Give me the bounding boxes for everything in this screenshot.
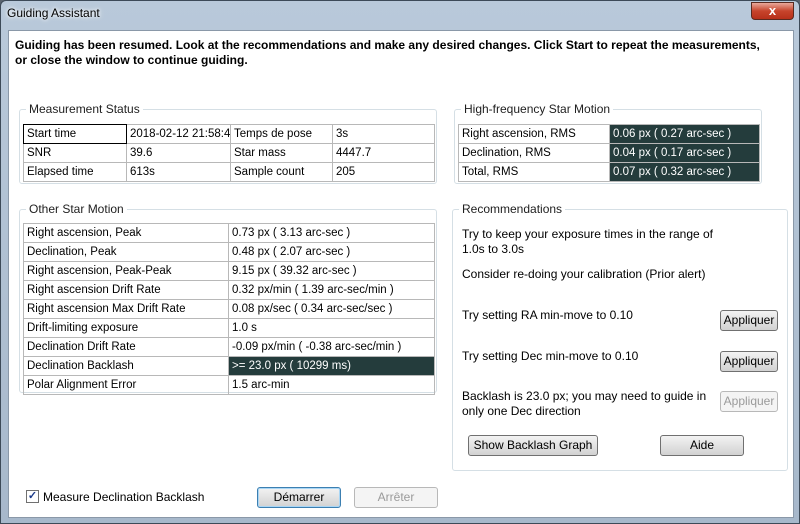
measurement-status-title: Measurement Status [26,102,143,116]
dec-rms-value: 0.04 px ( 0.17 arc-sec ) [609,143,760,163]
window-title: Guiding Assistant [7,6,100,20]
ra-rms-label: Right ascension, RMS [458,124,610,144]
dec-drift-rate-value: -0.09 px/min ( -0.38 arc-sec/min ) [228,337,435,357]
snr-label: SNR [23,143,127,163]
apply-ra-minmove-button[interactable]: Appliquer [720,310,778,331]
apply-backlash-button[interactable]: Appliquer [720,391,778,412]
drift-limiting-exposure-value: 1.0 s [228,318,435,338]
measurement-status-group: Measurement Status Start time 2018-02-12… [19,102,437,184]
ra-peak-peak-label: Right ascension, Peak-Peak [23,261,229,281]
sample-count-value: 205 [332,162,435,182]
total-rms-value: 0.07 px ( 0.32 arc-sec ) [609,162,760,182]
elapsed-time-label: Elapsed time [23,162,127,182]
guiding-assistant-window: Guiding Assistant x Guiding has been res… [0,0,800,524]
ra-rms-value: 0.06 px ( 0.27 arc-sec ) [609,124,760,144]
elapsed-time-value: 613s [126,162,231,182]
recommendations-group: Recommendations Try to keep your exposur… [452,202,788,471]
high-frequency-group: High-frequency Star Motion Right ascensi… [454,102,762,184]
snr-value: 39.6 [126,143,231,163]
intro-text: Guiding has been resumed. Look at the re… [15,38,760,67]
other-star-motion-title: Other Star Motion [26,202,127,216]
table-row: Drift-limiting exposure 1.0 s [23,318,435,338]
measure-backlash-label[interactable]: Measure Declination Backlash [43,490,204,504]
dec-minmove-recommendation: Try setting Dec min-move to 0.10 [462,349,639,363]
dec-rms-label: Declination, RMS [458,143,610,163]
dec-peak-value: 0.48 px ( 2.07 arc-sec ) [228,242,435,262]
title-bar[interactable]: Guiding Assistant x [1,1,799,25]
ra-peak-label: Right ascension, Peak [23,223,229,243]
dec-drift-rate-label: Declination Drift Rate [23,337,229,357]
help-button[interactable]: Aide [660,435,744,456]
table-row: Start time 2018-02-12 21:58:44 Temps de … [23,124,435,144]
start-time-value: 2018-02-12 21:58:44 [126,124,231,144]
ra-peak-value: 0.73 px ( 3.13 arc-sec ) [228,223,435,243]
table-row: Right ascension, Peak-Peak 9.15 px ( 39.… [23,261,435,281]
table-row: Right ascension Drift Rate 0.32 px/min (… [23,280,435,300]
other-star-motion-group: Other Star Motion Right ascension, Peak … [19,202,437,395]
start-button[interactable]: Démarrer [257,487,341,508]
backlash-recommendation: Backlash is 23.0 px; you may need to gui… [462,389,707,418]
high-frequency-title: High-frequency Star Motion [461,102,614,116]
start-time-label[interactable]: Start time [23,124,127,144]
table-row: Declination Backlash >= 23.0 px ( 10299 … [23,356,435,376]
apply-dec-minmove-button[interactable]: Appliquer [720,351,778,372]
high-frequency-table: Right ascension, RMS 0.06 px ( 0.27 arc-… [458,124,760,182]
exposure-recommendation: Try to keep your exposure times in the r… [462,227,714,256]
ra-drift-rate-value: 0.32 px/min ( 1.39 arc-sec/min ) [228,280,435,300]
table-row: Declination, RMS 0.04 px ( 0.17 arc-sec … [458,143,760,163]
ra-minmove-recommendation: Try setting RA min-move to 0.10 [462,308,633,322]
other-star-motion-table: Right ascension, Peak 0.73 px ( 3.13 arc… [23,223,435,395]
measure-backlash-checkbox[interactable]: ✓ [26,490,39,503]
ra-drift-rate-label: Right ascension Drift Rate [23,280,229,300]
exposure-time-value: 3s [332,124,435,144]
table-row: Right ascension Max Drift Rate 0.08 px/s… [23,299,435,319]
sample-count-label: Sample count [230,162,333,182]
dec-peak-label: Declination, Peak [23,242,229,262]
table-row: Polar Alignment Error 1.5 arc-min [23,375,435,395]
ra-max-drift-rate-value: 0.08 px/sec ( 0.34 arc-sec/sec ) [228,299,435,319]
polar-alignment-error-label: Polar Alignment Error [23,375,229,395]
table-row: Right ascension, RMS 0.06 px ( 0.27 arc-… [458,124,760,144]
show-backlash-graph-button[interactable]: Show Backlash Graph [468,435,598,456]
table-row: Total, RMS 0.07 px ( 0.32 arc-sec ) [458,162,760,182]
measurement-status-table: Start time 2018-02-12 21:58:44 Temps de … [23,124,435,182]
dec-backlash-label: Declination Backlash [23,356,229,376]
star-mass-value: 4447.7 [332,143,435,163]
calibration-recommendation: Consider re-doing your calibration (Prio… [462,267,706,281]
table-row: Declination, Peak 0.48 px ( 2.07 arc-sec… [23,242,435,262]
dialog-client-area: Guiding has been resumed. Look at the re… [8,30,794,518]
star-mass-label: Star mass [230,143,333,163]
table-row: Declination Drift Rate -0.09 px/min ( -0… [23,337,435,357]
table-row: Right ascension, Peak 0.73 px ( 3.13 arc… [23,223,435,243]
recommendations-title: Recommendations [459,202,566,216]
stop-button[interactable]: Arrêter [354,487,438,508]
ra-peak-peak-value: 9.15 px ( 39.32 arc-sec ) [228,261,435,281]
polar-alignment-error-value: 1.5 arc-min [228,375,435,395]
ra-max-drift-rate-label: Right ascension Max Drift Rate [23,299,229,319]
exposure-time-label: Temps de pose [230,124,333,144]
dec-backlash-value: >= 23.0 px ( 10299 ms) [228,356,435,376]
drift-limiting-exposure-label: Drift-limiting exposure [23,318,229,338]
total-rms-label: Total, RMS [458,162,610,182]
table-row: Elapsed time 613s Sample count 205 [23,162,435,182]
table-row: SNR 39.6 Star mass 4447.7 [23,143,435,163]
close-button[interactable]: x [751,2,794,20]
